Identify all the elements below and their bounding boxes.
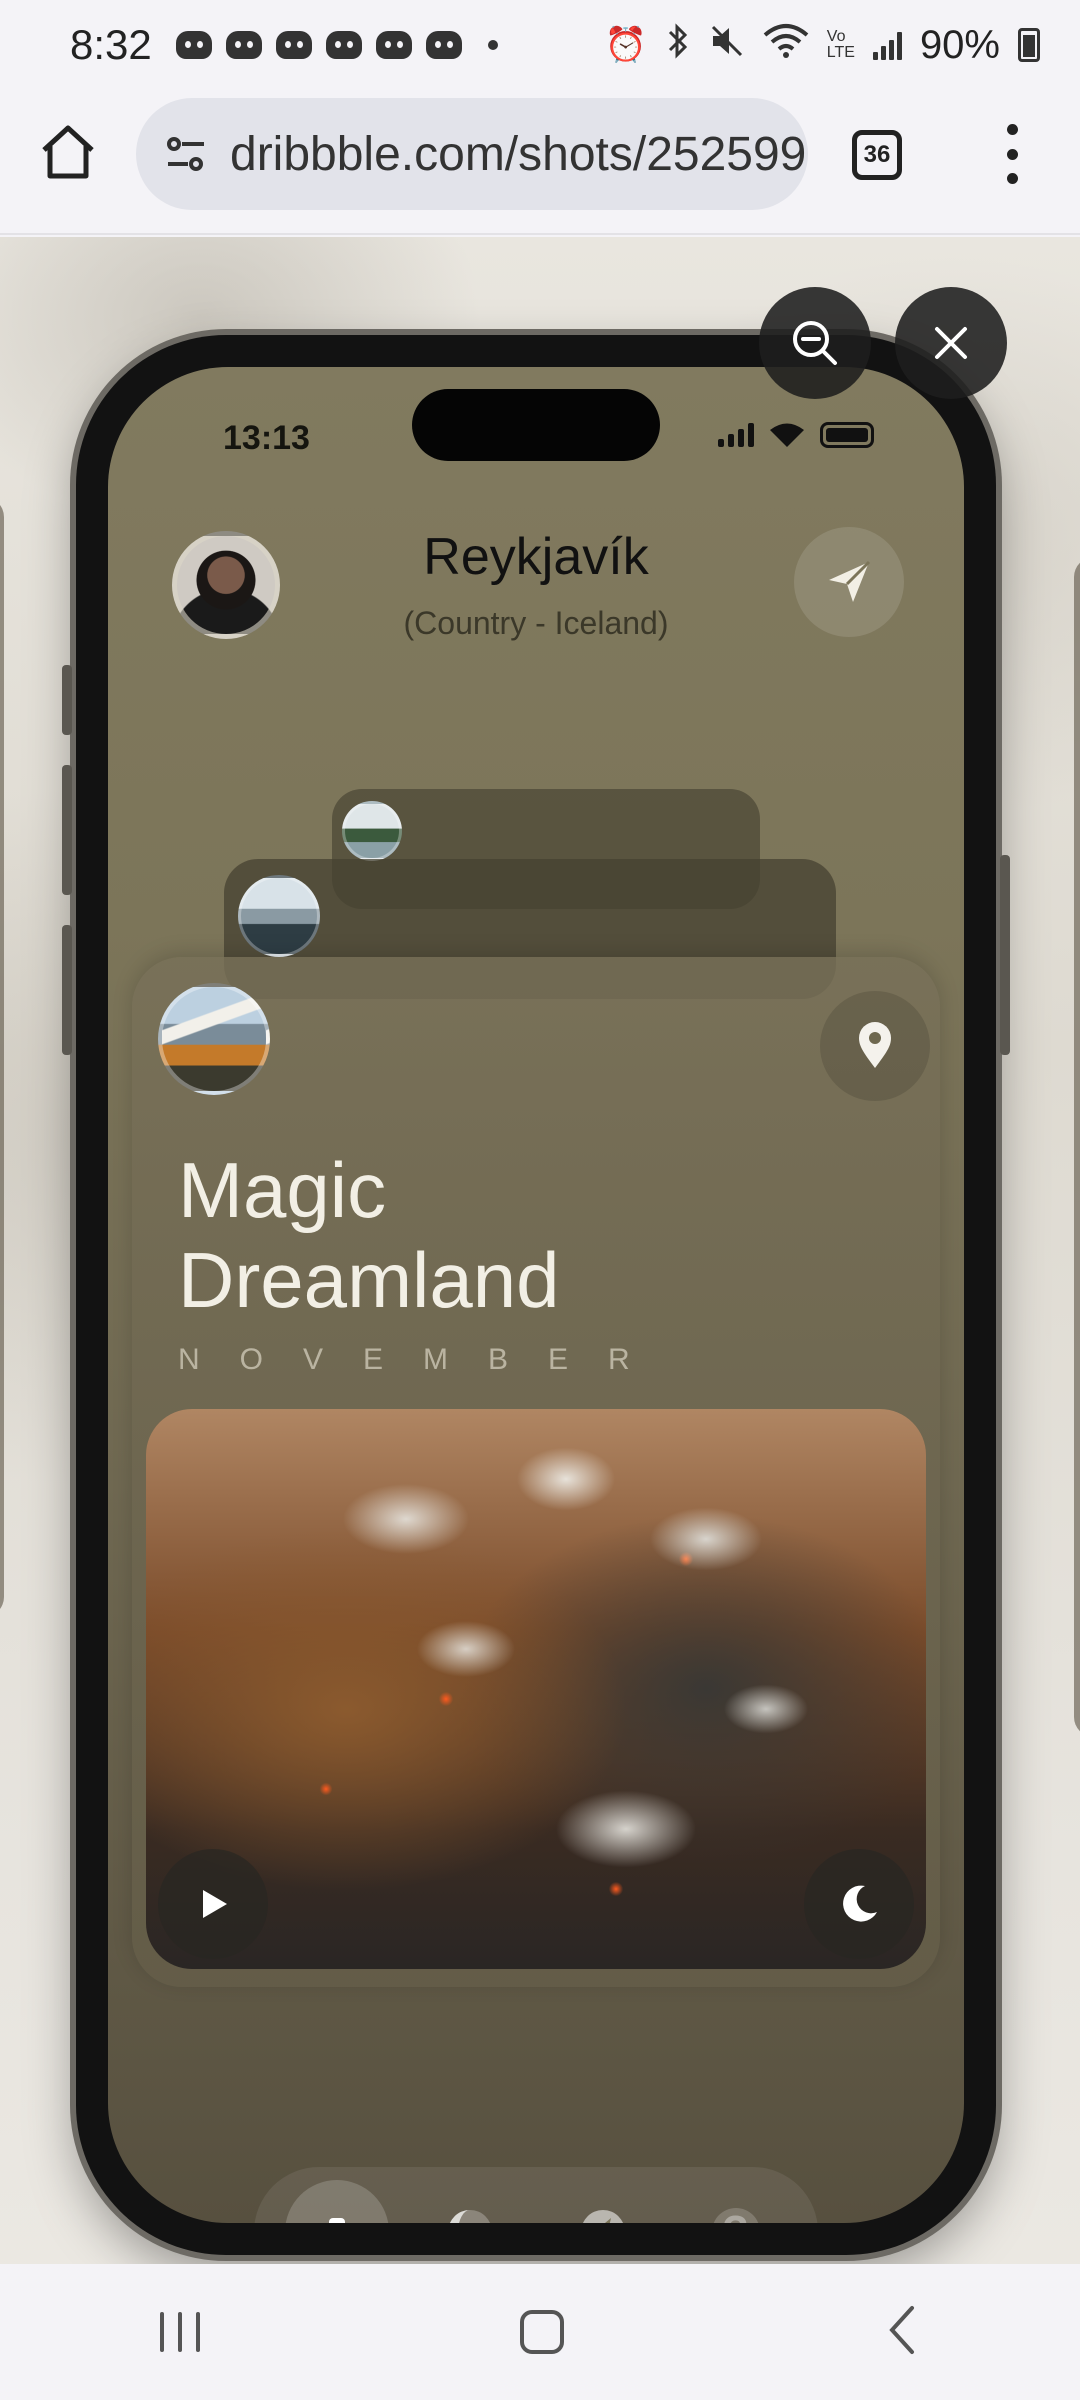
discord-icon [425, 31, 462, 59]
zoom-out-icon [793, 321, 837, 365]
card-thumbnail [342, 801, 402, 861]
tab-compass[interactable] [551, 2180, 655, 2223]
volcano-landscape-image [146, 1409, 926, 1969]
phone-side-button [62, 925, 72, 1055]
wifi-icon [763, 23, 809, 68]
discord-icon [225, 31, 262, 59]
signal-icon [872, 30, 902, 60]
bottom-tab-bar: ? [254, 2167, 818, 2223]
back-button[interactable] [884, 2304, 920, 2361]
location-pin-icon [859, 1022, 891, 1068]
home-icon [42, 125, 94, 179]
wifi-icon [770, 423, 804, 447]
destination-card[interactable]: Magic Dreamland NOVEMBER [132, 957, 940, 1987]
binoculars-icon [328, 2218, 345, 2223]
card-month: NOVEMBER [178, 1343, 670, 1376]
volte-icon: Vo LTE [826, 28, 855, 61]
send-icon [829, 560, 871, 602]
discord-icon [375, 31, 412, 59]
dynamic-island [412, 389, 660, 461]
system-navigation-bar [0, 2264, 1080, 2400]
share-button[interactable] [794, 527, 904, 637]
browser-toolbar: dribbble.com/shots/252599 36 [0, 90, 1080, 235]
moon-phase-icon [449, 2210, 490, 2223]
status-time: 8:32 [70, 21, 152, 68]
home-button[interactable] [36, 120, 100, 184]
battery-percent: 90% [919, 22, 1000, 67]
discord-icon [275, 31, 312, 59]
close-button[interactable] [895, 287, 1007, 399]
address-bar[interactable]: dribbble.com/shots/252599 [136, 98, 808, 210]
ios-time: 13:13 [223, 419, 310, 457]
discord-icon [325, 31, 362, 59]
phone-side-button [62, 665, 72, 735]
ios-status-icons [718, 421, 874, 449]
card-title-line: Dreamland [178, 1236, 560, 1324]
battery-icon [820, 422, 874, 448]
night-mode-button[interactable] [804, 1849, 914, 1959]
status-bar: 8:32 ⏰ Vo LTE 90% [0, 0, 1080, 90]
zoom-out-button[interactable] [759, 287, 871, 399]
discord-icon [175, 31, 212, 59]
url-text: dribbble.com/shots/252599 [230, 127, 807, 181]
compass-icon [582, 2210, 623, 2223]
more-menu-button[interactable] [1000, 124, 1024, 184]
help-label: ? [722, 2207, 749, 2223]
play-icon [203, 1890, 227, 1918]
card-title: Magic Dreamland [178, 1145, 778, 1325]
tab-explore[interactable] [284, 2180, 389, 2223]
mute-icon [709, 23, 745, 68]
cellular-icon [718, 423, 754, 447]
battery-icon [1018, 28, 1040, 62]
back-icon [889, 2305, 914, 2354]
phone-mockup: 13:13 Reykjavík (Country - Iceland) Magi… [62, 335, 1010, 2255]
app-screen: 13:13 Reykjavík (Country - Iceland) Magi… [108, 367, 964, 2223]
alarm-icon: ⏰ [604, 26, 647, 64]
card-thumbnail [238, 875, 320, 957]
play-button[interactable] [158, 1849, 268, 1959]
home-nav-button[interactable] [520, 2310, 564, 2354]
phone-side-button [1000, 855, 1010, 1055]
previous-shot-edge[interactable] [0, 497, 4, 1617]
next-shot-edge[interactable] [1074, 557, 1080, 1737]
close-icon [935, 327, 967, 359]
tab-switcher-button[interactable]: 36 [852, 130, 902, 180]
card-title-line: Magic [178, 1146, 387, 1234]
location-button[interactable] [820, 991, 930, 1101]
tab-moon-phase[interactable] [418, 2180, 522, 2223]
phone-side-button [62, 765, 72, 895]
card-thumbnail [158, 983, 270, 1095]
bluetooth-icon [665, 22, 691, 68]
more-notifications-dot [487, 40, 498, 50]
moon-icon [843, 1885, 877, 1922]
recents-button[interactable] [160, 2312, 200, 2352]
shot-viewer: 13:13 Reykjavík (Country - Iceland) Magi… [0, 237, 1080, 2264]
tab-help[interactable]: ? [684, 2180, 788, 2223]
site-settings-icon[interactable] [162, 130, 210, 178]
